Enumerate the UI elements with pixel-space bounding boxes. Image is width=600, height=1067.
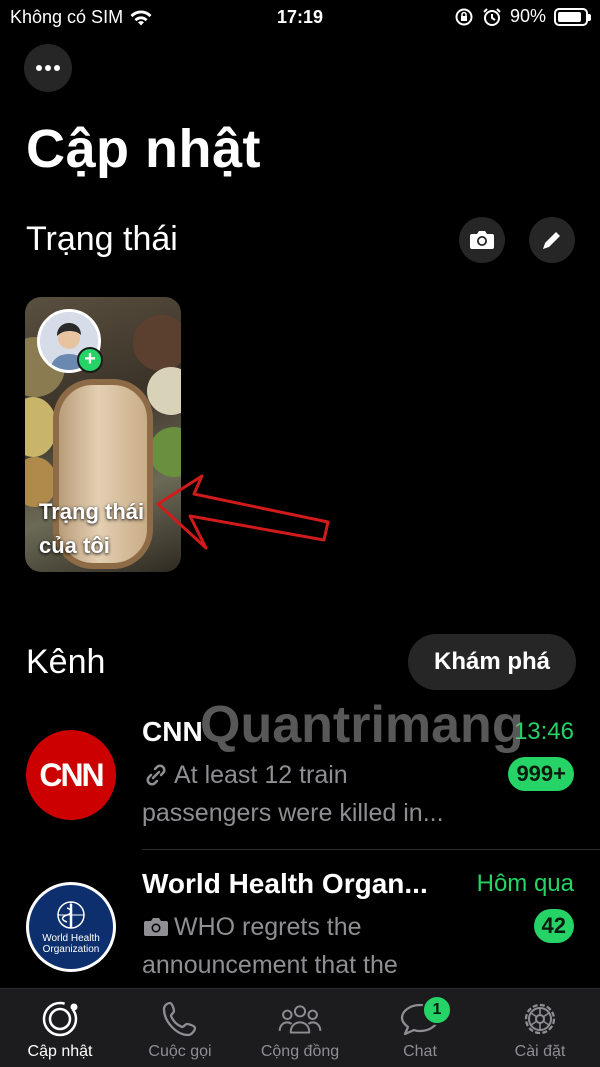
- divider: [142, 849, 600, 850]
- battery-fill: [558, 11, 582, 22]
- camera-button[interactable]: [459, 217, 505, 263]
- tab-label: Cập nhật: [27, 1043, 93, 1060]
- battery-icon: [554, 7, 591, 26]
- camera-icon: [470, 231, 494, 249]
- tab-updates[interactable]: Cập nhật: [0, 989, 120, 1067]
- channel-avatar: CNN: [26, 730, 116, 820]
- explore-button[interactable]: Khám phá: [408, 634, 576, 690]
- status-bar: Không có SIM 17:19 90%: [0, 0, 600, 36]
- community-icon: [278, 1005, 322, 1034]
- status-right: 90%: [454, 6, 591, 27]
- channel-time: 13:46: [513, 718, 574, 745]
- page-title: Cập nhật: [26, 119, 262, 179]
- more-options-button[interactable]: [24, 44, 72, 92]
- channel-item-cnn[interactable]: CNN CNN 13:46 At least 12 train passenge…: [0, 700, 600, 850]
- status-section-title: Trạng thái: [26, 220, 178, 258]
- arrow-annotation-icon: [156, 474, 330, 550]
- food-decoration: [133, 315, 181, 371]
- unread-badge: 42: [533, 909, 574, 943]
- channel-time: Hôm qua: [476, 870, 574, 897]
- tab-settings[interactable]: Cài đặt: [480, 989, 600, 1067]
- compose-text-status-button[interactable]: [529, 217, 575, 263]
- battery-percent: 90%: [509, 6, 546, 26]
- alarm-icon: [483, 7, 501, 26]
- who-logo-icon: World Health Organization: [29, 885, 113, 969]
- camera-icon: [144, 918, 168, 936]
- who-emblem-icon: [57, 901, 85, 929]
- cnn-logo-icon: CNN: [39, 756, 104, 793]
- who-logo-text: World Health Organization: [42, 933, 100, 955]
- channels-section-title: Kênh: [26, 643, 106, 681]
- tab-label: Cài đặt: [514, 1043, 566, 1060]
- channel-avatar: World Health Organization: [26, 882, 116, 972]
- channel-preview-text: At least 12 train passengers were killed…: [142, 761, 444, 827]
- unread-badge: 999+: [508, 757, 574, 791]
- tab-label: Cộng đồng: [260, 1043, 340, 1060]
- channel-name: CNN: [142, 716, 203, 747]
- ellipsis-icon: [36, 65, 60, 71]
- phone-icon: [162, 1001, 197, 1037]
- pencil-icon: [543, 232, 560, 249]
- chat-unread-badge: 1: [422, 995, 452, 1025]
- link-icon: [146, 764, 166, 786]
- food-decoration: [147, 367, 181, 415]
- channel-name: World Health Organ...: [142, 868, 428, 899]
- tab-communities[interactable]: Cộng đồng: [240, 989, 360, 1067]
- add-status-icon[interactable]: +: [77, 347, 103, 373]
- channel-item-who[interactable]: World Health Organization World Health O…: [0, 852, 600, 1017]
- rotation-lock-icon: [455, 8, 473, 25]
- settings-icon: [524, 1003, 556, 1035]
- tab-bar: Cập nhật Cuộc gọi Cộng đồng Chat 1 Cài đ…: [0, 988, 600, 1067]
- tab-calls[interactable]: Cuộc gọi: [120, 989, 240, 1067]
- tab-chats[interactable]: Chat 1: [360, 989, 480, 1067]
- tab-label: Cuộc gọi: [148, 1043, 212, 1060]
- tab-label: Chat: [403, 1043, 437, 1060]
- channel-preview: At least 12 train passengers were killed…: [142, 756, 482, 832]
- updates-icon: [42, 1001, 78, 1037]
